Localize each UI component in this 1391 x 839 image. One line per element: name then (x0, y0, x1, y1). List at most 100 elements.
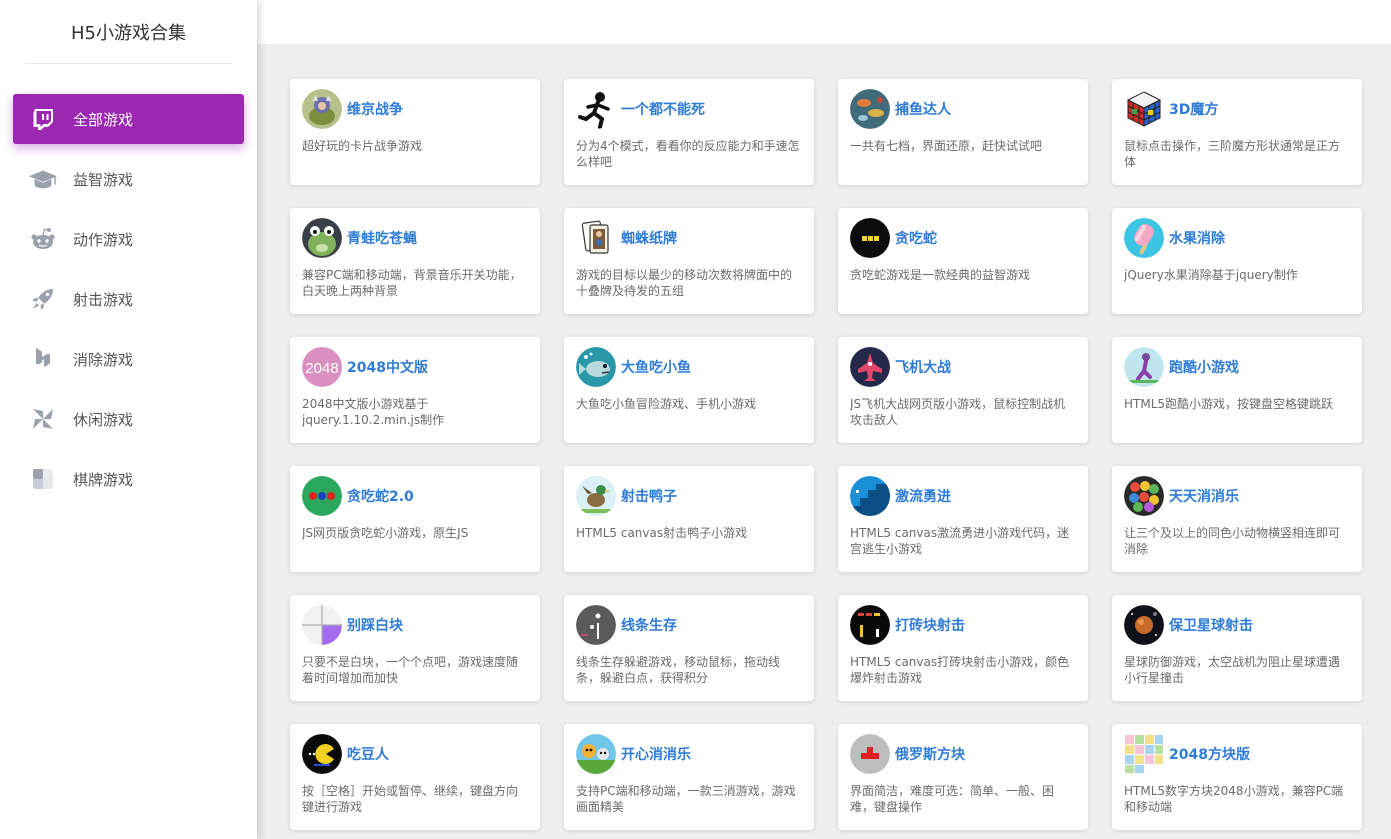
game-title[interactable]: 飞机大战 (895, 357, 951, 377)
game-card[interactable]: 打砖块射击 HTML5 canvas打砖块射击小游戏，颜色爆炸射击游戏 (838, 595, 1088, 701)
game-card[interactable]: 水果消除 jQuery水果消除基于jquery制作 (1112, 208, 1362, 314)
game-title[interactable]: 天天消消乐 (1169, 486, 1239, 506)
game-card[interactable]: 2048 2048中文版 2048中文版小游戏基于jquery.1.10.2.m… (290, 337, 540, 443)
sidebar-item-all-games[interactable]: 全部游戏 (13, 94, 244, 144)
game-title[interactable]: 射击鸭子 (621, 486, 677, 506)
planet-thumb-icon (1124, 605, 1164, 645)
game-title[interactable]: 捕鱼达人 (895, 99, 951, 119)
game-title[interactable]: 别踩白块 (347, 615, 403, 635)
runner-thumb-icon (576, 89, 616, 129)
2048-block-thumb-icon (1124, 734, 1164, 774)
game-card[interactable]: 激流勇进 HTML5 canvas激流勇进小游戏代码，迷宫逃生小游戏 (838, 466, 1088, 572)
game-card[interactable]: 青蛙吃苍蝇 兼容PC端和移动端，背景音乐开关功能，白天晚上两种背景 (290, 208, 540, 314)
game-title[interactable]: 蜘蛛纸牌 (621, 228, 677, 248)
stairs-thumb-icon (850, 476, 890, 516)
game-card[interactable]: 跑酷小游戏 HTML5跑酷小游戏，按键盘空格键跳跃 (1112, 337, 1362, 443)
sidebar-item-shooting[interactable]: 射击游戏 (13, 274, 244, 324)
rubiks-cube-thumb-icon (1124, 89, 1164, 129)
game-description: 游戏的目标以最少的移动次数将牌面中的十叠牌及待发的五组 (576, 268, 793, 298)
game-card-header: 打砖块射击 (850, 605, 1076, 645)
game-description: 支持PC端和移动端，一款三消游戏，游戏画面精美 (576, 784, 796, 814)
twitch-icon (28, 104, 58, 134)
game-description: JS网页版贪吃蛇小游戏，原生JS (302, 526, 469, 540)
sidebar: H5小游戏合集 全部游戏 益智游戏 动作游戏 射击游戏 消除游戏 休闲游戏 棋牌… (0, 0, 257, 839)
game-title[interactable]: 线条生存 (621, 615, 677, 635)
game-card-header: 贪吃蛇2.0 (302, 476, 528, 516)
viking-thumb-icon (302, 89, 342, 129)
game-description: 兼容PC端和移动端，背景音乐开关功能，白天晚上两种背景 (302, 268, 522, 298)
game-card[interactable]: 开心消消乐 支持PC端和移动端，一款三消游戏，游戏画面精美 (564, 724, 814, 830)
reddit-alien-icon (28, 224, 58, 254)
game-card-header: 水果消除 (1124, 218, 1350, 258)
popsicle-thumb-icon (1124, 218, 1164, 258)
game-title[interactable]: 打砖块射击 (895, 615, 965, 635)
brand: H5小游戏合集 (25, 0, 232, 64)
game-card[interactable]: 蜘蛛纸牌 游戏的目标以最少的移动次数将牌面中的十叠牌及待发的五组 (564, 208, 814, 314)
game-card[interactable]: 保卫星球射击 星球防御游戏，太空战机为阻止星球遭遇小行星撞击 (1112, 595, 1362, 701)
game-card[interactable]: 飞机大战 JS飞机大战网页版小游戏，鼠标控制战机攻击敌人 (838, 337, 1088, 443)
match3-thumb-icon (1124, 476, 1164, 516)
sidebar-item-casual[interactable]: 休闲游戏 (13, 394, 244, 444)
game-card-header: 贪吃蛇 (850, 218, 1076, 258)
game-card[interactable]: 线条生存 线条生存躲避游戏，移动鼠标，拖动线条，躲避白点，获得积分 (564, 595, 814, 701)
sidebar-item-label: 益智游戏 (73, 170, 134, 189)
game-description: jQuery水果消除基于jquery制作 (1124, 268, 1298, 282)
game-title[interactable]: 一个都不能死 (621, 99, 705, 119)
game-title[interactable]: 大鱼吃小鱼 (621, 357, 691, 377)
game-card[interactable]: 维京战争 超好玩的卡片战争游戏 (290, 79, 540, 185)
game-title[interactable]: 跑酷小游戏 (1169, 357, 1239, 377)
game-card-header: 线条生存 (576, 605, 802, 645)
game-title[interactable]: 贪吃蛇 (895, 228, 937, 248)
parkour-thumb-icon (1124, 347, 1164, 387)
game-card[interactable]: 一个都不能死 分为4个模式，看看你的反应能力和手速怎么样吧 (564, 79, 814, 185)
sidebar-item-label: 消除游戏 (73, 350, 134, 369)
game-card[interactable]: 3D魔方 鼠标点击操作，三阶魔方形状通常是正方体 (1112, 79, 1362, 185)
pinwheel-icon (28, 404, 58, 434)
game-card-header: 保卫星球射击 (1124, 605, 1350, 645)
game-title[interactable]: 贪吃蛇2.0 (347, 486, 414, 506)
game-title[interactable]: 激流勇进 (895, 486, 951, 506)
game-card-header: 俄罗斯方块 (850, 734, 1076, 774)
sidebar-item-label: 休闲游戏 (73, 410, 134, 429)
game-card[interactable]: 吃豆人 按［空格］开始或暂停、继续，键盘方向键进行游戏 (290, 724, 540, 830)
game-card-header: 吃豆人 (302, 734, 528, 774)
game-card-header: 2048方块版 (1124, 734, 1350, 774)
sidebar-item-puzzle[interactable]: 益智游戏 (13, 154, 244, 204)
game-title[interactable]: 青蛙吃苍蝇 (347, 228, 417, 248)
frog-thumb-icon (302, 218, 342, 258)
sidebar-item-label: 棋牌游戏 (73, 470, 134, 489)
game-card[interactable]: 大鱼吃小鱼 大鱼吃小鱼冒险游戏、手机小游戏 (564, 337, 814, 443)
game-card-header: 蜘蛛纸牌 (576, 218, 802, 258)
game-title[interactable]: 维京战争 (347, 99, 403, 119)
game-card-header: 射击鸭子 (576, 476, 802, 516)
game-description: 线条生存躲避游戏，移动鼠标，拖动线条，躲避白点，获得积分 (576, 655, 781, 685)
game-description: 超好玩的卡片战争游戏 (302, 139, 423, 153)
game-title[interactable]: 水果消除 (1169, 228, 1225, 248)
game-card[interactable]: 天天消消乐 让三个及以上的同色小动物横竖相连即可消除 (1112, 466, 1362, 572)
game-description: 贪吃蛇游戏是一款经典的益智游戏 (850, 268, 1031, 282)
game-card[interactable]: 俄罗斯方块 界面简洁，难度可选：简单、一般、困难，键盘操作 (838, 724, 1088, 830)
sidebar-item-label: 全部游戏 (73, 110, 134, 129)
game-card[interactable]: 贪吃蛇2.0 JS网页版贪吃蛇小游戏，原生JS (290, 466, 540, 572)
game-card[interactable]: 射击鸭子 HTML5 canvas射击鸭子小游戏 (564, 466, 814, 572)
game-title[interactable]: 吃豆人 (347, 744, 389, 764)
game-card[interactable]: 贪吃蛇 贪吃蛇游戏是一款经典的益智游戏 (838, 208, 1088, 314)
app-title: H5小游戏合集 (71, 22, 186, 44)
pacman-thumb-icon (302, 734, 342, 774)
duck-thumb-icon (576, 476, 616, 516)
sidebar-item-board[interactable]: 棋牌游戏 (13, 454, 244, 504)
game-title[interactable]: 俄罗斯方块 (895, 744, 965, 764)
game-title[interactable]: 开心消消乐 (621, 744, 691, 764)
sidebar-item-action[interactable]: 动作游戏 (13, 214, 244, 264)
game-title[interactable]: 3D魔方 (1169, 99, 1218, 119)
game-title[interactable]: 保卫星球射击 (1169, 615, 1253, 635)
game-title[interactable]: 2048中文版 (347, 357, 428, 377)
game-card[interactable]: 2048方块版 HTML5数字方块2048小游戏，兼容PC端和移动端 (1112, 724, 1362, 830)
game-description: HTML5 canvas激流勇进小游戏代码，迷宫逃生小游戏 (850, 526, 1070, 556)
game-card-header: 维京战争 (302, 89, 528, 129)
sidebar-item-elimination[interactable]: 消除游戏 (13, 334, 244, 384)
game-title[interactable]: 2048方块版 (1169, 744, 1250, 764)
game-card[interactable]: 捕鱼达人 一共有七档，界面还原，赶快试试吧 (838, 79, 1088, 185)
game-card[interactable]: 别踩白块 只要不是白块，一个个点吧，游戏速度随着时间增加而加快 (290, 595, 540, 701)
game-card-header: 2048 2048中文版 (302, 347, 528, 387)
